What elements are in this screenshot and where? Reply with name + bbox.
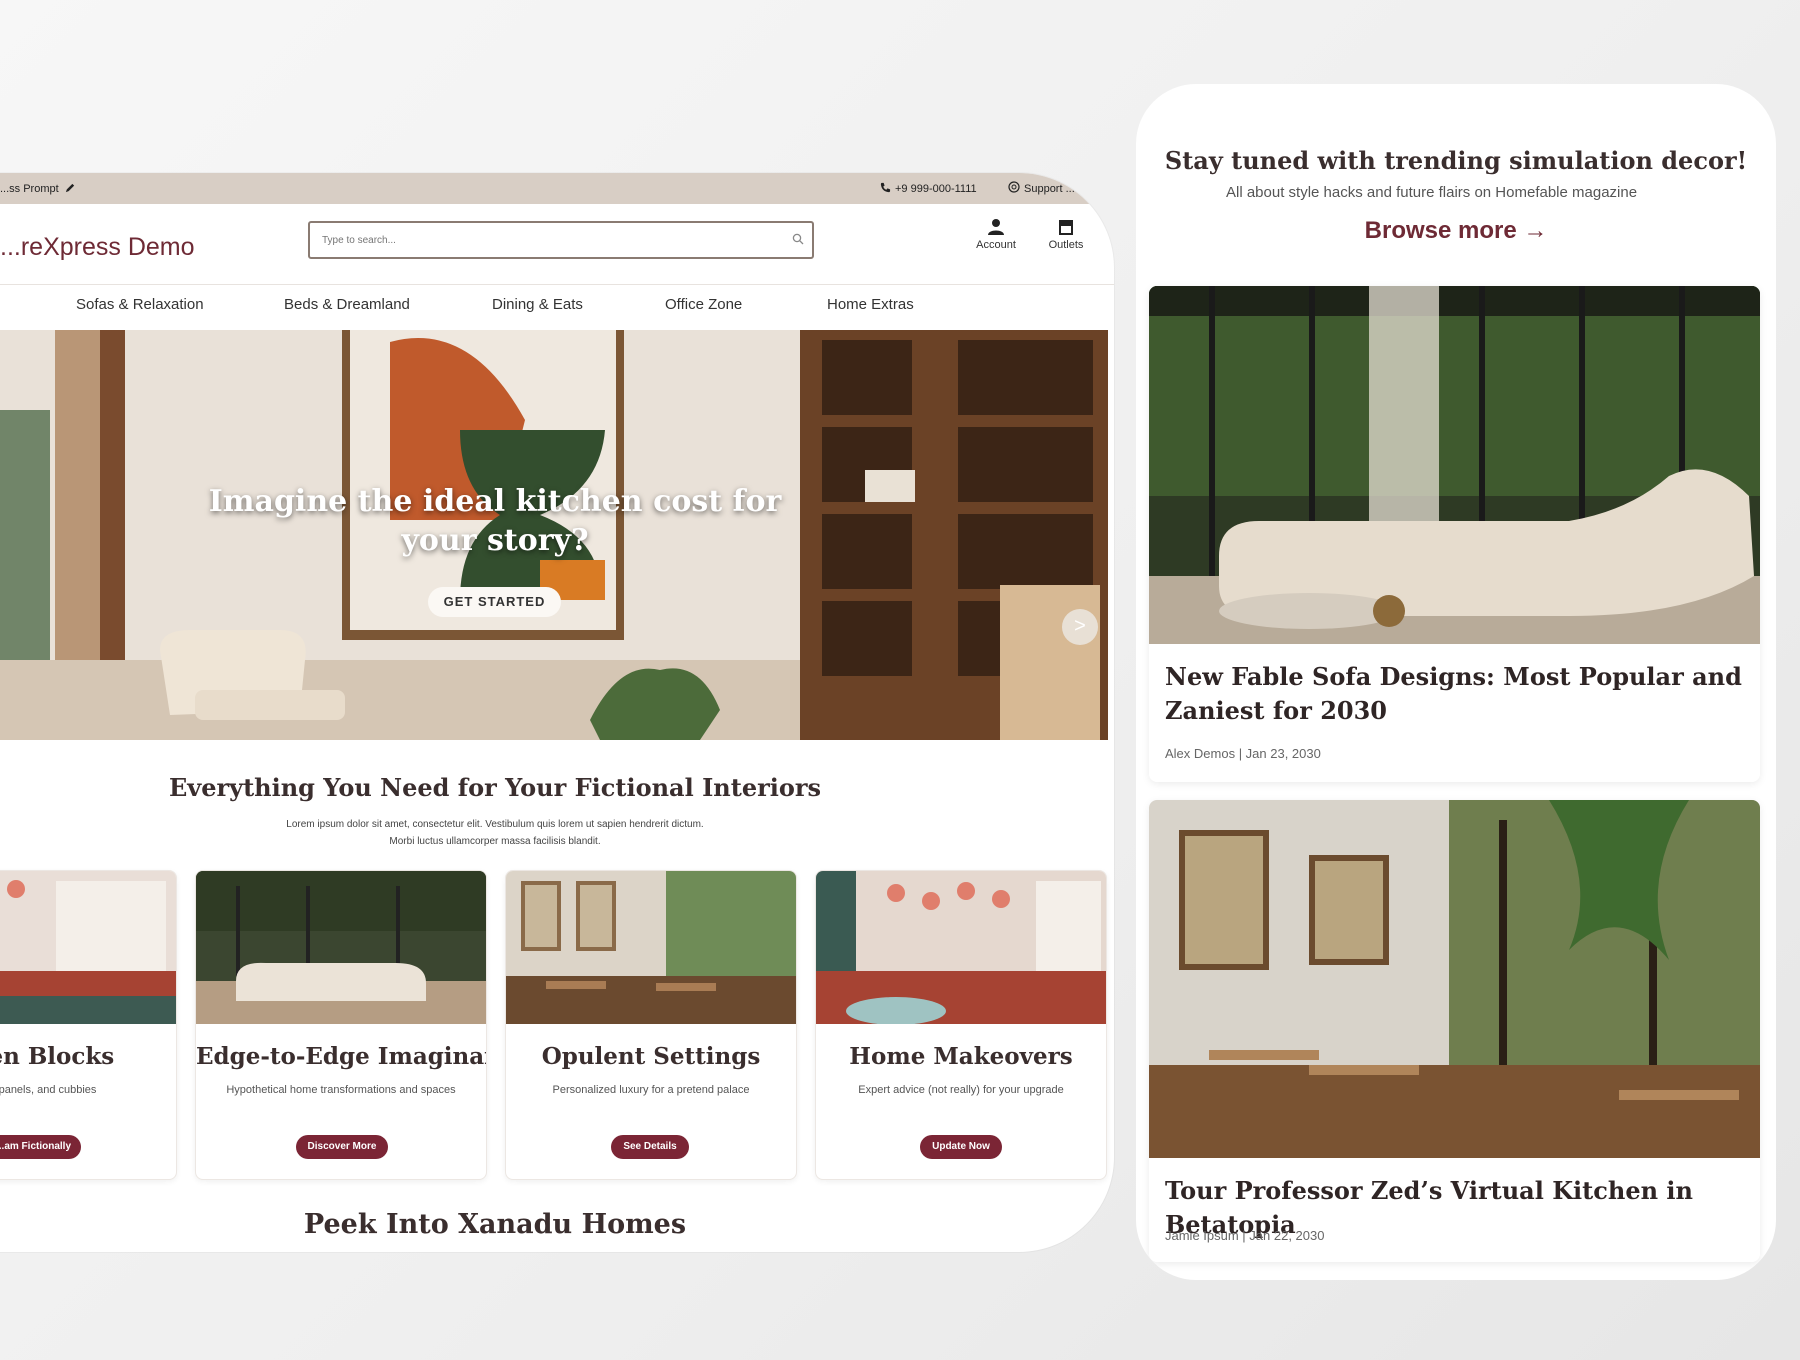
top-bar-left-text: ...ss Prompt xyxy=(0,183,59,195)
card-title: Edge-to-Edge Imaginary xyxy=(196,1043,487,1070)
browse-more-link[interactable]: Browse more → xyxy=(1136,217,1776,245)
phone-number: +9 999-000-1111 xyxy=(895,183,977,195)
search-box xyxy=(308,221,814,259)
search-input[interactable] xyxy=(320,234,764,247)
card-image xyxy=(506,871,796,1024)
card-title: ...hen Blocks xyxy=(0,1043,115,1070)
outlets-button[interactable]: Outlets xyxy=(1036,218,1096,251)
account-button[interactable]: Account xyxy=(966,218,1026,251)
post-title[interactable]: New Fable Sofa Designs: Most Popular and… xyxy=(1165,660,1745,728)
card-button[interactable]: See Details xyxy=(611,1135,689,1159)
support-icon xyxy=(1008,181,1020,196)
hero-title: Imagine the ideal kitchen cost for your … xyxy=(208,484,782,558)
blog-subtitle: All about style hacks and future flairs … xyxy=(1226,184,1638,201)
category-card[interactable]: Edge-to-Edge Imaginary Hypothetical home… xyxy=(195,870,487,1180)
top-bar-support[interactable]: Support ... xyxy=(1008,181,1075,196)
section2-title: Peek Into Xanadu Homes xyxy=(303,1209,687,1240)
section-title: Everything You Need for Your Fictional I… xyxy=(168,773,822,802)
category-card[interactable]: Opulent Settings Personalized luxury for… xyxy=(505,870,797,1180)
top-bar-left: ...ss Prompt xyxy=(0,182,76,196)
section-description: Lorem ipsum dolor sit amet, consectetur … xyxy=(286,819,704,847)
hero-banner: Imagine the ideal kitchen cost for your … xyxy=(0,330,1108,740)
site-logo[interactable]: ...reXpress Demo xyxy=(0,233,195,262)
blog-post-card[interactable]: Tour Professor Zed’s Virtual Kitchen in … xyxy=(1149,800,1760,1262)
post-meta: Jamie Ipsum | Jan 22, 2030 xyxy=(1165,1228,1325,1243)
desktop-mockup: ...ss Prompt +9 999-000-1111 Support ...… xyxy=(0,173,1114,1252)
card-image xyxy=(196,871,486,1024)
card-button[interactable]: ...am Fictionally xyxy=(0,1135,81,1159)
card-image xyxy=(816,871,1106,1024)
account-icon xyxy=(966,218,1026,236)
card-description: Personalized luxury for a pretend palace xyxy=(552,1084,750,1096)
outlets-label: Outlets xyxy=(1048,239,1084,251)
get-started-button[interactable]: GET STARTED xyxy=(428,587,561,617)
card-description: Hypothetical home transformations and sp… xyxy=(226,1084,456,1096)
nav-item-sofas[interactable]: Sofas & Relaxation xyxy=(76,296,204,313)
blog-post-card[interactable]: New Fable Sofa Designs: Most Popular and… xyxy=(1149,286,1760,782)
site-header: ...reXpress Demo Account Outlets xyxy=(0,204,1114,285)
top-bar: ...ss Prompt +9 999-000-1111 Support ... xyxy=(0,173,1114,204)
category-card[interactable]: Home Makeovers Expert advice (not really… xyxy=(815,870,1107,1180)
blog-heading: Stay tuned with trending simulation deco… xyxy=(1164,146,1748,175)
search-icon[interactable] xyxy=(792,232,804,250)
post-meta: Alex Demos | Jan 23, 2030 xyxy=(1165,746,1321,761)
next-arrow-icon[interactable]: > xyxy=(1062,609,1098,645)
card-button[interactable]: Discover More xyxy=(296,1135,388,1159)
outlets-icon xyxy=(1036,218,1096,236)
top-bar-phone[interactable]: +9 999-000-1111 xyxy=(880,182,977,196)
post-image xyxy=(1149,286,1760,644)
phone-icon xyxy=(880,182,891,196)
nav-item-office[interactable]: Office Zone xyxy=(665,296,742,313)
category-nav: Sofas & Relaxation Beds & Dreamland Dini… xyxy=(0,285,1114,325)
card-description: ...helf, panels, and cubbies xyxy=(0,1084,97,1096)
pencil-icon[interactable] xyxy=(65,182,76,196)
nav-item-dining[interactable]: Dining & Eats xyxy=(492,296,583,313)
category-card[interactable]: ...hen Blocks ...helf, panels, and cubbi… xyxy=(0,870,177,1180)
card-button[interactable]: Update Now xyxy=(920,1135,1002,1159)
post-image xyxy=(1149,800,1760,1158)
account-label: Account xyxy=(976,239,1016,251)
nav-item-home-extras[interactable]: Home Extras xyxy=(827,296,914,313)
card-title: Home Makeovers xyxy=(849,1043,1073,1070)
mobile-mockup: Stay tuned with trending simulation deco… xyxy=(1136,84,1776,1280)
support-link: Support ... xyxy=(1024,182,1075,195)
card-description: Expert advice (not really) for your upgr… xyxy=(858,1084,1064,1096)
card-image xyxy=(0,871,176,1024)
card-title: Opulent Settings xyxy=(541,1043,761,1070)
nav-item-beds[interactable]: Beds & Dreamland xyxy=(284,296,410,313)
